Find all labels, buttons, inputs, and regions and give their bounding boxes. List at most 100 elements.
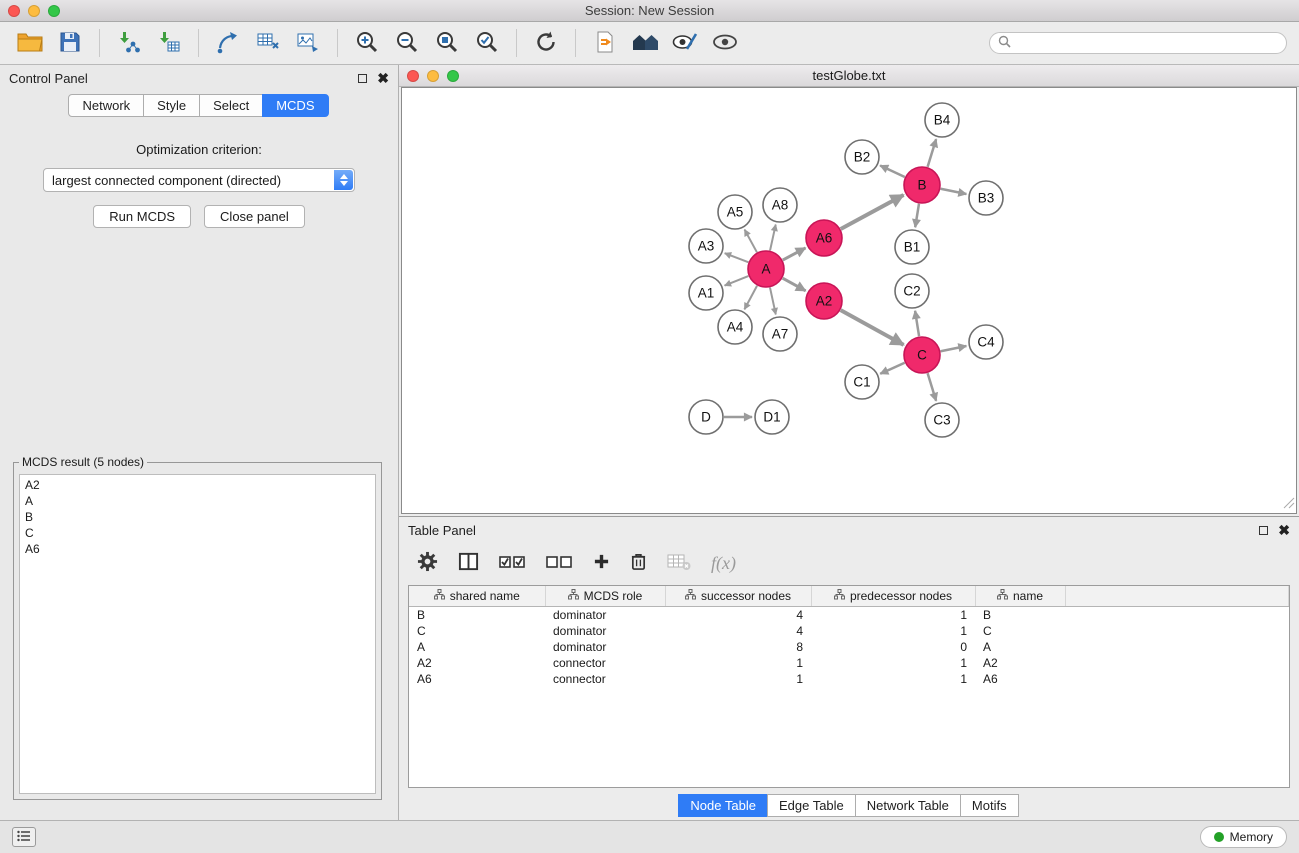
- zoom-selected-button[interactable]: [469, 26, 505, 60]
- node-B3[interactable]: B3: [969, 181, 1003, 215]
- optimization-select[interactable]: largest connected component (directed): [43, 168, 355, 192]
- table-settings-gear-icon[interactable]: [417, 551, 438, 575]
- close-window-button[interactable]: [8, 5, 20, 17]
- column-header-name[interactable]: name: [975, 586, 1065, 606]
- mcds-result-list[interactable]: A2ABCA6: [19, 474, 376, 794]
- clone-network-button[interactable]: [210, 26, 246, 60]
- node-C2[interactable]: C2: [895, 274, 929, 308]
- edge-A-A6[interactable]: [783, 248, 806, 260]
- import-network-button[interactable]: [111, 26, 147, 60]
- home-network-button[interactable]: [627, 26, 663, 60]
- node-C[interactable]: C: [904, 337, 940, 373]
- edge-B-B2[interactable]: [880, 165, 905, 177]
- close-table-panel-icon[interactable]: ✖: [1278, 525, 1290, 535]
- export-image-button[interactable]: [290, 26, 326, 60]
- table-row[interactable]: Adominator80A: [409, 639, 1289, 655]
- node-A7[interactable]: A7: [763, 317, 797, 351]
- table-tab-network-table[interactable]: Network Table: [855, 794, 961, 817]
- node-A[interactable]: A: [748, 251, 784, 287]
- node-B[interactable]: B: [904, 167, 940, 203]
- edge-A-A3[interactable]: [725, 253, 749, 262]
- float-panel-icon[interactable]: [358, 74, 367, 83]
- combo-stepper-icon[interactable]: [334, 170, 353, 190]
- edge-C-C1[interactable]: [880, 363, 904, 374]
- float-table-panel-icon[interactable]: [1259, 526, 1268, 535]
- node-C4[interactable]: C4: [969, 325, 1003, 359]
- import-table-button[interactable]: [151, 26, 187, 60]
- edge-C-C3[interactable]: [928, 373, 937, 401]
- table-row[interactable]: A6connector11A6: [409, 671, 1289, 687]
- delete-column-trash-icon[interactable]: [630, 552, 647, 574]
- node-A2[interactable]: A2: [806, 283, 842, 319]
- node-A4[interactable]: A4: [718, 310, 752, 344]
- edge-B-B4[interactable]: [928, 139, 937, 167]
- search-input[interactable]: [1016, 36, 1278, 50]
- tab-style[interactable]: Style: [143, 94, 200, 117]
- show-columns-icon[interactable]: [458, 551, 479, 575]
- close-panel-button[interactable]: Close panel: [204, 205, 305, 228]
- zoom-network-window-button[interactable]: [447, 70, 459, 82]
- node-A8[interactable]: A8: [763, 188, 797, 222]
- table-row[interactable]: Bdominator41B: [409, 606, 1289, 623]
- close-panel-icon[interactable]: ✖: [377, 73, 389, 83]
- edge-B-B1[interactable]: [915, 204, 919, 227]
- column-header-successor-nodes[interactable]: successor nodes: [665, 586, 811, 606]
- node-C3[interactable]: C3: [925, 403, 959, 437]
- style-preview-button[interactable]: [667, 26, 703, 60]
- save-session-button[interactable]: [52, 26, 88, 60]
- network-canvas[interactable]: AA6A2BCA1A3A4A5A7A8B1B2B3B4C1C2C3C4DD1: [401, 87, 1297, 514]
- select-all-columns-icon[interactable]: [499, 554, 526, 573]
- table-tab-motifs[interactable]: Motifs: [960, 794, 1019, 817]
- run-mcds-button[interactable]: Run MCDS: [93, 205, 191, 228]
- node-C1[interactable]: C1: [845, 365, 879, 399]
- column-header-MCDS-role[interactable]: MCDS role: [545, 586, 665, 606]
- node-A3[interactable]: A3: [689, 229, 723, 263]
- edge-A-A2[interactable]: [783, 278, 806, 291]
- node-A6[interactable]: A6: [806, 220, 842, 256]
- column-header-shared-name[interactable]: shared name: [409, 586, 545, 606]
- table-tab-edge-table[interactable]: Edge Table: [767, 794, 856, 817]
- refresh-button[interactable]: [528, 26, 564, 60]
- node-B2[interactable]: B2: [845, 140, 879, 174]
- table-tab-node-table[interactable]: Node Table: [678, 794, 768, 817]
- task-history-button[interactable]: [12, 827, 36, 847]
- mcds-result-item[interactable]: A2: [25, 477, 370, 493]
- tab-network[interactable]: Network: [68, 94, 144, 117]
- node-table[interactable]: shared nameMCDS rolesuccessor nodesprede…: [408, 585, 1290, 788]
- toolbar-search[interactable]: [989, 32, 1287, 54]
- show-hide-button[interactable]: [707, 26, 743, 60]
- edge-A-A8[interactable]: [770, 225, 776, 251]
- edge-A-A7[interactable]: [770, 288, 776, 315]
- resize-grip-icon[interactable]: [1283, 497, 1295, 512]
- import-document-button[interactable]: [587, 26, 623, 60]
- edge-A-A5[interactable]: [745, 230, 757, 253]
- function-builder-button[interactable]: f(x): [711, 553, 736, 574]
- network-window-titlebar[interactable]: testGlobe.txt: [399, 65, 1299, 87]
- edge-C-C4[interactable]: [941, 346, 967, 351]
- minimize-window-button[interactable]: [28, 5, 40, 17]
- edge-A-A1[interactable]: [725, 276, 749, 286]
- network-table-button[interactable]: [250, 26, 286, 60]
- zoom-in-button[interactable]: [349, 26, 385, 60]
- tab-select[interactable]: Select: [199, 94, 263, 117]
- node-B4[interactable]: B4: [925, 103, 959, 137]
- table-row[interactable]: A2connector11A2: [409, 655, 1289, 671]
- close-network-window-button[interactable]: [407, 70, 419, 82]
- node-A1[interactable]: A1: [689, 276, 723, 310]
- open-session-button[interactable]: [12, 26, 48, 60]
- tab-mcds[interactable]: MCDS: [262, 94, 328, 117]
- add-column-icon[interactable]: [593, 553, 610, 573]
- node-D[interactable]: D: [689, 400, 723, 434]
- edge-A6-B[interactable]: [841, 195, 904, 229]
- zoom-fit-button[interactable]: [429, 26, 465, 60]
- unselect-all-columns-icon[interactable]: [546, 554, 573, 573]
- mcds-result-item[interactable]: B: [25, 509, 370, 525]
- node-A5[interactable]: A5: [718, 195, 752, 229]
- edge-A-A4[interactable]: [744, 286, 757, 310]
- minimize-network-window-button[interactable]: [427, 70, 439, 82]
- mcds-result-item[interactable]: A6: [25, 541, 370, 557]
- edge-A2-C[interactable]: [841, 310, 904, 345]
- memory-button[interactable]: Memory: [1200, 826, 1287, 848]
- edge-B-B3[interactable]: [941, 189, 967, 194]
- edge-C-C2[interactable]: [915, 311, 919, 336]
